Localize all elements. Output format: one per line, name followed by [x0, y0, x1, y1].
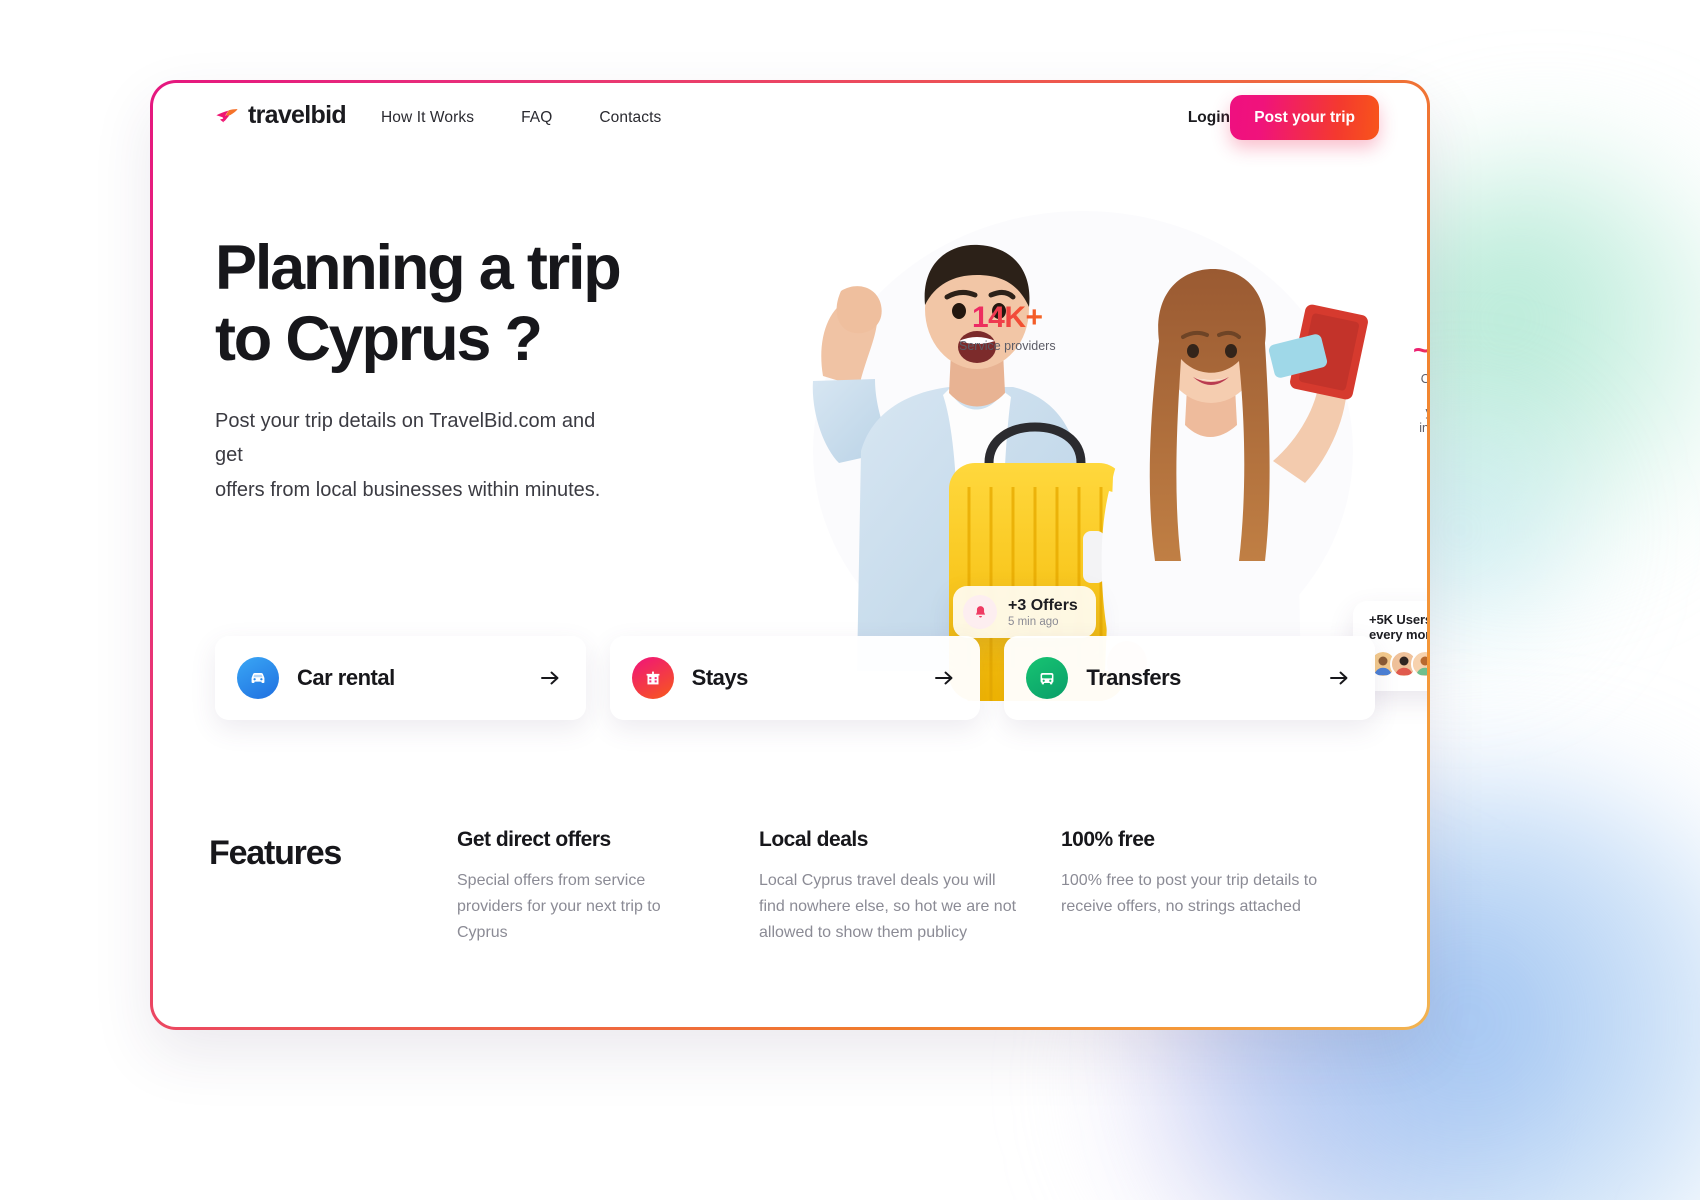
features-section: Features Get direct offers Special offer… [209, 828, 1379, 946]
arrow-right-icon[interactable] [1327, 666, 1351, 690]
category-card-car-rental[interactable]: Car rental [215, 636, 586, 720]
stat-value: ~30 [1413, 334, 1427, 368]
feature-item-100-percent-free: 100% free 100% free to post your trip de… [1061, 828, 1319, 946]
site-header: travelbid How It Works FAQ Contacts Logi… [153, 83, 1427, 169]
stat-value: 14K+ [959, 301, 1056, 335]
category-label: Car rental [297, 665, 395, 690]
stat-badge-service-providers: 14K+ Service providers [959, 301, 1056, 354]
building-icon [631, 657, 674, 699]
brand-logo[interactable]: travelbid [215, 101, 347, 130]
arrow-right-icon[interactable] [932, 666, 956, 690]
feature-body: Special offers from service providers fo… [457, 872, 661, 941]
feature-item-local-deals: Local deals Local Cyprus travel deals yo… [759, 828, 1017, 946]
hero-subtitle: Post your trip details on TravelBid.com … [215, 410, 601, 501]
page-title: Planning a trip to Cyprus ? [215, 233, 622, 374]
feature-heading: Local deals [759, 828, 868, 851]
notification-badge-offers: +3 Offers 5 min ago [953, 586, 1096, 638]
stat-badge-offers: ~30 Offers for your inquiry [1413, 334, 1427, 436]
category-card-stays[interactable]: Stays [609, 636, 981, 720]
features-title: Features [209, 834, 342, 872]
stat-caption: Service providers [959, 339, 1056, 353]
landing-page-card: travelbid How It Works FAQ Contacts Logi… [150, 80, 1430, 1030]
notification-title: +3 Offers [1008, 596, 1078, 614]
main-nav: How It Works FAQ Contacts [381, 109, 661, 127]
plane-icon [216, 108, 238, 122]
category-card-transfers[interactable]: Transfers [1004, 636, 1376, 720]
stat-caption: Offers for your inquiry [1419, 372, 1427, 435]
nav-item-how-it-works[interactable]: How It Works [381, 109, 474, 127]
car-icon [237, 657, 279, 699]
nav-item-faq[interactable]: FAQ [521, 109, 552, 127]
login-link[interactable]: Login [1188, 109, 1230, 127]
hero-illustration: 14K+ Service providers ~30 Offers for yo… [753, 201, 1427, 701]
feature-item-get-direct-offers: Get direct offers Special offers from se… [457, 828, 715, 946]
page-background: travelbid How It Works FAQ Contacts Logi… [0, 0, 1700, 1200]
feature-body: Local Cyprus travel deals you will find … [759, 872, 1017, 941]
brand-name: travelbid [248, 101, 347, 129]
category-label: Transfers [1086, 665, 1181, 690]
category-label: Stays [691, 665, 749, 690]
nav-item-contacts[interactable]: Contacts [599, 109, 661, 127]
feature-heading: 100% free [1061, 828, 1155, 851]
users-badge-title: +5K Users every month [1369, 612, 1427, 642]
feature-heading: Get direct offers [457, 828, 611, 851]
notification-time: 5 min ago [1008, 615, 1059, 628]
avatar-group [1369, 650, 1427, 678]
hero-text-block: Planning a trip to Cyprus ? Post your tr… [215, 233, 735, 507]
category-card-list: Car rental Stays Transfers [215, 636, 1376, 720]
post-your-trip-button[interactable]: Post your trip [1230, 95, 1379, 140]
arrow-right-icon[interactable] [538, 666, 562, 690]
bell-icon [963, 595, 997, 629]
feature-body: 100% free to post your trip details to r… [1061, 872, 1318, 915]
bus-icon [1026, 657, 1069, 699]
